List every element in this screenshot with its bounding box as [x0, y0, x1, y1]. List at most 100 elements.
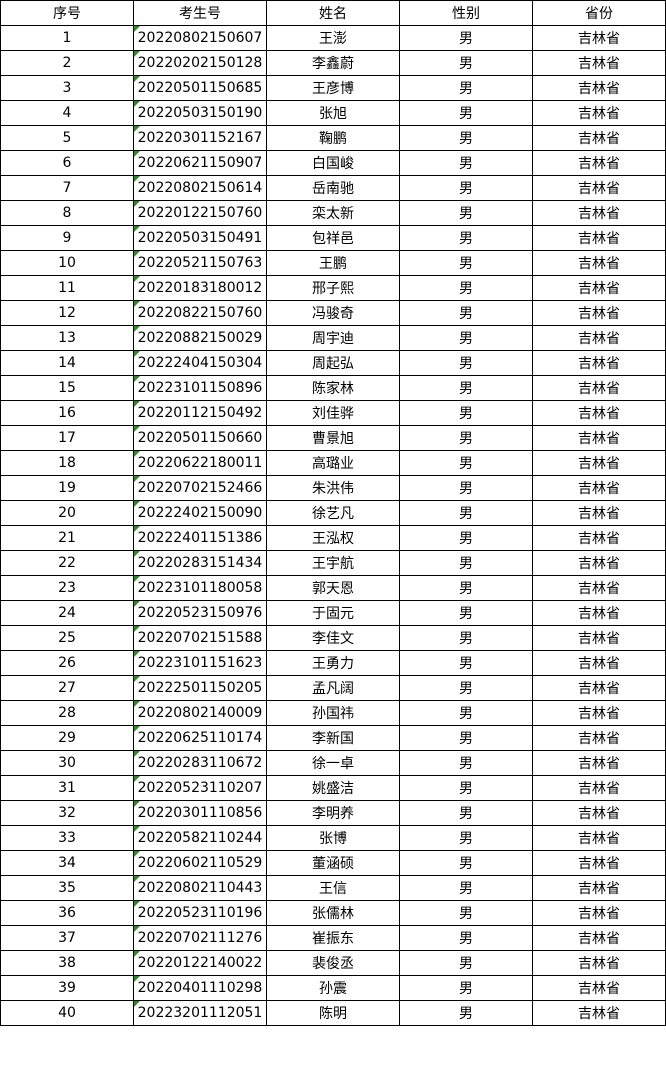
cell-seq[interactable]: 1	[0, 25, 134, 51]
cell-name[interactable]: 裴俊丞	[266, 950, 400, 976]
cell-gender[interactable]: 男	[399, 50, 533, 76]
cell-gender[interactable]: 男	[399, 475, 533, 501]
cell-seq[interactable]: 38	[0, 950, 134, 976]
cell-name[interactable]: 王鹏	[266, 250, 400, 276]
cell-gender[interactable]: 男	[399, 300, 533, 326]
cell-seq[interactable]: 9	[0, 225, 134, 251]
cell-gender[interactable]: 男	[399, 275, 533, 301]
cell-gender[interactable]: 男	[399, 225, 533, 251]
cell-exam-id[interactable]: 20220501150660	[133, 425, 267, 451]
cell-province[interactable]: 吉林省	[532, 125, 666, 151]
cell-name[interactable]: 王勇力	[266, 650, 400, 676]
cell-province[interactable]: 吉林省	[532, 650, 666, 676]
cell-exam-id[interactable]: 20223101151623	[133, 650, 267, 676]
cell-exam-id[interactable]: 20220582110244	[133, 825, 267, 851]
cell-province[interactable]: 吉林省	[532, 200, 666, 226]
cell-seq[interactable]: 3	[0, 75, 134, 101]
header-province[interactable]: 省份	[532, 0, 666, 26]
cell-province[interactable]: 吉林省	[532, 375, 666, 401]
cell-province[interactable]: 吉林省	[532, 900, 666, 926]
cell-seq[interactable]: 39	[0, 975, 134, 1001]
cell-province[interactable]: 吉林省	[532, 600, 666, 626]
header-gender[interactable]: 性别	[399, 0, 533, 26]
cell-province[interactable]: 吉林省	[532, 300, 666, 326]
cell-gender[interactable]: 男	[399, 575, 533, 601]
cell-seq[interactable]: 22	[0, 550, 134, 576]
cell-seq[interactable]: 5	[0, 125, 134, 151]
cell-exam-id[interactable]: 20220112150492	[133, 400, 267, 426]
cell-seq[interactable]: 26	[0, 650, 134, 676]
cell-name[interactable]: 王彦博	[266, 75, 400, 101]
cell-exam-id[interactable]: 20220283110672	[133, 750, 267, 776]
cell-province[interactable]: 吉林省	[532, 875, 666, 901]
cell-name[interactable]: 王信	[266, 875, 400, 901]
cell-name[interactable]: 李明养	[266, 800, 400, 826]
cell-exam-id[interactable]: 20223101150896	[133, 375, 267, 401]
cell-exam-id[interactable]: 20220523150976	[133, 600, 267, 626]
header-name[interactable]: 姓名	[266, 0, 400, 26]
cell-gender[interactable]: 男	[399, 425, 533, 451]
cell-name[interactable]: 董涵硕	[266, 850, 400, 876]
cell-gender[interactable]: 男	[399, 825, 533, 851]
cell-exam-id[interactable]: 20220702152466	[133, 475, 267, 501]
cell-exam-id[interactable]: 20220523110207	[133, 775, 267, 801]
cell-province[interactable]: 吉林省	[532, 100, 666, 126]
cell-province[interactable]: 吉林省	[532, 675, 666, 701]
cell-name[interactable]: 李鑫蔚	[266, 50, 400, 76]
cell-gender[interactable]: 男	[399, 875, 533, 901]
cell-seq[interactable]: 40	[0, 1000, 134, 1026]
cell-exam-id[interactable]: 20220802150614	[133, 175, 267, 201]
cell-seq[interactable]: 12	[0, 300, 134, 326]
cell-province[interactable]: 吉林省	[532, 25, 666, 51]
cell-name[interactable]: 周宇迪	[266, 325, 400, 351]
cell-gender[interactable]: 男	[399, 750, 533, 776]
cell-seq[interactable]: 19	[0, 475, 134, 501]
cell-exam-id[interactable]: 20220802150607	[133, 25, 267, 51]
cell-exam-id[interactable]: 20220523110196	[133, 900, 267, 926]
cell-gender[interactable]: 男	[399, 850, 533, 876]
cell-seq[interactable]: 34	[0, 850, 134, 876]
cell-exam-id[interactable]: 20220401110298	[133, 975, 267, 1001]
cell-province[interactable]: 吉林省	[532, 750, 666, 776]
cell-seq[interactable]: 32	[0, 800, 134, 826]
cell-seq[interactable]: 20	[0, 500, 134, 526]
cell-name[interactable]: 曹景旭	[266, 425, 400, 451]
cell-exam-id[interactable]: 20222402150090	[133, 500, 267, 526]
cell-province[interactable]: 吉林省	[532, 250, 666, 276]
cell-name[interactable]: 张旭	[266, 100, 400, 126]
cell-gender[interactable]: 男	[399, 550, 533, 576]
cell-exam-id[interactable]: 20220622180011	[133, 450, 267, 476]
cell-province[interactable]: 吉林省	[532, 400, 666, 426]
cell-name[interactable]: 孙震	[266, 975, 400, 1001]
cell-gender[interactable]: 男	[399, 700, 533, 726]
cell-name[interactable]: 栾太新	[266, 200, 400, 226]
cell-province[interactable]: 吉林省	[532, 1000, 666, 1026]
cell-seq[interactable]: 16	[0, 400, 134, 426]
cell-gender[interactable]: 男	[399, 200, 533, 226]
cell-seq[interactable]: 30	[0, 750, 134, 776]
cell-name[interactable]: 白国峻	[266, 150, 400, 176]
cell-name[interactable]: 郭天恩	[266, 575, 400, 601]
cell-name[interactable]: 陈明	[266, 1000, 400, 1026]
cell-name[interactable]: 鞠鹏	[266, 125, 400, 151]
cell-province[interactable]: 吉林省	[532, 525, 666, 551]
cell-gender[interactable]: 男	[399, 975, 533, 1001]
cell-seq[interactable]: 18	[0, 450, 134, 476]
cell-gender[interactable]: 男	[399, 1000, 533, 1026]
cell-province[interactable]: 吉林省	[532, 575, 666, 601]
cell-name[interactable]: 张儒林	[266, 900, 400, 926]
cell-seq[interactable]: 31	[0, 775, 134, 801]
cell-name[interactable]: 于固元	[266, 600, 400, 626]
cell-province[interactable]: 吉林省	[532, 925, 666, 951]
cell-exam-id[interactable]: 20220301110856	[133, 800, 267, 826]
cell-seq[interactable]: 36	[0, 900, 134, 926]
cell-province[interactable]: 吉林省	[532, 75, 666, 101]
header-exam-id[interactable]: 考生号	[133, 0, 267, 26]
cell-seq[interactable]: 15	[0, 375, 134, 401]
cell-province[interactable]: 吉林省	[532, 625, 666, 651]
cell-name[interactable]: 孟凡阔	[266, 675, 400, 701]
cell-exam-id[interactable]: 20220283151434	[133, 550, 267, 576]
cell-province[interactable]: 吉林省	[532, 150, 666, 176]
cell-province[interactable]: 吉林省	[532, 425, 666, 451]
cell-exam-id[interactable]: 20220802110443	[133, 875, 267, 901]
